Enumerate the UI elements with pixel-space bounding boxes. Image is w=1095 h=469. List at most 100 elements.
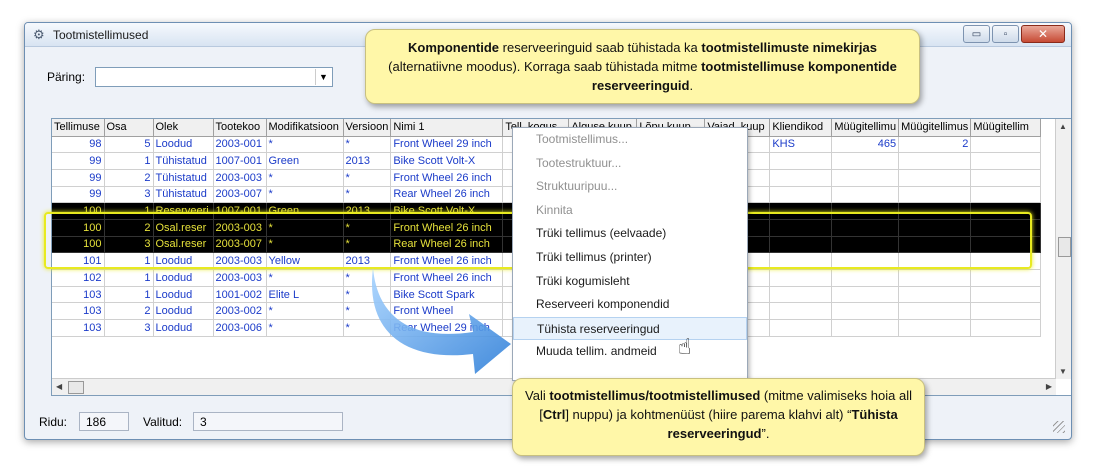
minimize-button[interactable]: ▭ bbox=[963, 25, 990, 43]
table-cell: * bbox=[266, 219, 344, 237]
scroll-up-icon[interactable]: ▲ bbox=[1059, 122, 1067, 131]
table-cell: 103 bbox=[52, 302, 105, 321]
table-cell: Front Wheel 26 inch bbox=[390, 269, 504, 287]
context-menu-item[interactable]: Kinnita bbox=[513, 199, 747, 223]
context-menu-item[interactable]: Trüki kogumisleht bbox=[513, 270, 747, 294]
context-menu: Tootmistellimus... Tootestruktuur... Struk… bbox=[512, 127, 748, 381]
table-cell: Front Wheel bbox=[390, 302, 504, 321]
table-cell bbox=[970, 202, 1042, 220]
table-cell bbox=[769, 202, 833, 220]
query-select[interactable]: ▼ bbox=[95, 67, 333, 87]
table-cell: 1007-001 bbox=[213, 152, 267, 170]
table-cell: Tühistatud bbox=[153, 152, 214, 170]
resize-grip-icon[interactable] bbox=[1053, 421, 1065, 433]
close-button[interactable]: ✕ bbox=[1021, 25, 1065, 43]
table-cell bbox=[769, 269, 833, 287]
table-cell bbox=[970, 152, 1042, 170]
table-cell bbox=[831, 302, 900, 321]
rows-count-value: 186 bbox=[79, 412, 129, 431]
table-cell: * bbox=[266, 319, 344, 337]
table-cell: 5 bbox=[104, 136, 154, 154]
table-cell: * bbox=[343, 302, 392, 321]
table-cell bbox=[970, 286, 1042, 304]
scroll-right-icon[interactable]: ▶ bbox=[1046, 382, 1052, 391]
table-cell: 2003-006 bbox=[213, 319, 267, 337]
table-cell bbox=[898, 236, 972, 254]
hscroll-thumb[interactable] bbox=[68, 381, 84, 394]
table-cell: 2003-003 bbox=[213, 269, 267, 287]
table-cell: Rear Wheel 26 inch bbox=[390, 236, 504, 254]
column-header[interactable]: Müügitellimu bbox=[831, 119, 900, 137]
table-cell: Bike Scott Volt-X bbox=[390, 202, 504, 220]
table-cell bbox=[970, 269, 1042, 287]
column-header[interactable]: Müügitellimus bbox=[898, 119, 972, 137]
column-header[interactable]: Tootekoo bbox=[213, 119, 267, 137]
table-cell: 2003-002 bbox=[213, 302, 267, 321]
window-controls: ▭ ▫ ✕ bbox=[963, 25, 1065, 43]
table-cell: 1 bbox=[104, 152, 154, 170]
table-cell: Bike Scott Spark bbox=[390, 286, 504, 304]
table-cell: * bbox=[266, 136, 344, 154]
callout-top-text-2: reserveeringuid saab tühistada ka bbox=[499, 40, 702, 55]
table-cell: * bbox=[343, 219, 392, 237]
table-cell: * bbox=[343, 169, 392, 187]
column-header[interactable]: Tellimuse bbox=[52, 119, 105, 137]
table-cell: 1 bbox=[104, 286, 154, 304]
context-menu-item[interactable]: Trüki tellimus (eelvaade) bbox=[513, 222, 747, 246]
scroll-down-icon[interactable]: ▼ bbox=[1059, 367, 1067, 376]
context-menu-item[interactable]: Tühista reserveeringud bbox=[513, 316, 747, 341]
table-cell: * bbox=[266, 169, 344, 187]
context-menu-item[interactable]: Struktuuripuu... bbox=[513, 175, 747, 199]
table-cell: 103 bbox=[52, 286, 105, 304]
column-header[interactable]: Nimi 1 bbox=[390, 119, 504, 137]
table-cell: * bbox=[343, 236, 392, 254]
table-cell: Green bbox=[266, 152, 344, 170]
column-header[interactable]: Olek bbox=[153, 119, 214, 137]
table-cell bbox=[898, 219, 972, 237]
table-cell bbox=[769, 152, 833, 170]
table-cell bbox=[831, 219, 900, 237]
column-header[interactable]: Kliendikod bbox=[769, 119, 833, 137]
table-cell: 1007-001 bbox=[213, 202, 267, 220]
context-menu-item[interactable]: Reserveeri komponendid bbox=[513, 293, 747, 317]
table-cell: Elite L bbox=[266, 286, 344, 304]
table-cell bbox=[898, 319, 972, 337]
table-cell: * bbox=[343, 186, 392, 204]
table-cell bbox=[970, 236, 1042, 254]
table-cell: 100 bbox=[52, 219, 105, 237]
column-header[interactable]: Osa bbox=[104, 119, 154, 137]
table-cell: 2003-007 bbox=[213, 186, 267, 204]
chevron-down-icon[interactable]: ▼ bbox=[315, 69, 331, 85]
context-menu-item[interactable]: Tootmistellimus... bbox=[513, 128, 747, 152]
context-menu-item[interactable]: Muuda tellim. andmeid bbox=[513, 340, 747, 364]
table-cell: 3 bbox=[104, 236, 154, 254]
column-header[interactable]: Müügitellim bbox=[970, 119, 1042, 137]
table-cell: 3 bbox=[104, 319, 154, 337]
app-icon: ⚙ bbox=[33, 27, 45, 42]
table-cell: Loodud bbox=[153, 302, 214, 321]
scroll-left-icon[interactable]: ◀ bbox=[56, 382, 62, 391]
table-cell: 98 bbox=[52, 136, 105, 154]
table-cell bbox=[970, 319, 1042, 337]
table-cell: * bbox=[343, 319, 392, 337]
context-menu-item[interactable]: Trüki tellimus (printer) bbox=[513, 246, 747, 270]
maximize-button[interactable]: ▫ bbox=[992, 25, 1019, 43]
callout-bottom: Vali tootmistellimus/tootmistellimused (… bbox=[512, 378, 925, 456]
callout-bottom-text-5: ] nuppu) ja kohtmenüüst (hiire parema kl… bbox=[565, 407, 852, 422]
table-cell bbox=[769, 169, 833, 187]
table-cell bbox=[898, 202, 972, 220]
table-cell: 1001-002 bbox=[213, 286, 267, 304]
column-header[interactable]: Versioon bbox=[343, 119, 392, 137]
column-header[interactable]: Modifikatsioon bbox=[266, 119, 344, 137]
callout-bottom-text-7: ”. bbox=[761, 426, 770, 441]
table-cell: KHS bbox=[769, 136, 833, 154]
context-menu-item[interactable]: Tootestruktuur... bbox=[513, 152, 747, 176]
vertical-scrollbar[interactable]: ▲ ▼ bbox=[1055, 119, 1071, 379]
table-cell: Rear Wheel 29 inch bbox=[390, 319, 504, 337]
table-cell: Loodud bbox=[153, 286, 214, 304]
scroll-thumb[interactable] bbox=[1058, 237, 1071, 257]
rows-count-label: Ridu: bbox=[39, 415, 68, 429]
table-cell bbox=[831, 202, 900, 220]
table-cell: Yellow bbox=[266, 252, 344, 270]
table-cell: Front Wheel 29 inch bbox=[390, 136, 504, 154]
